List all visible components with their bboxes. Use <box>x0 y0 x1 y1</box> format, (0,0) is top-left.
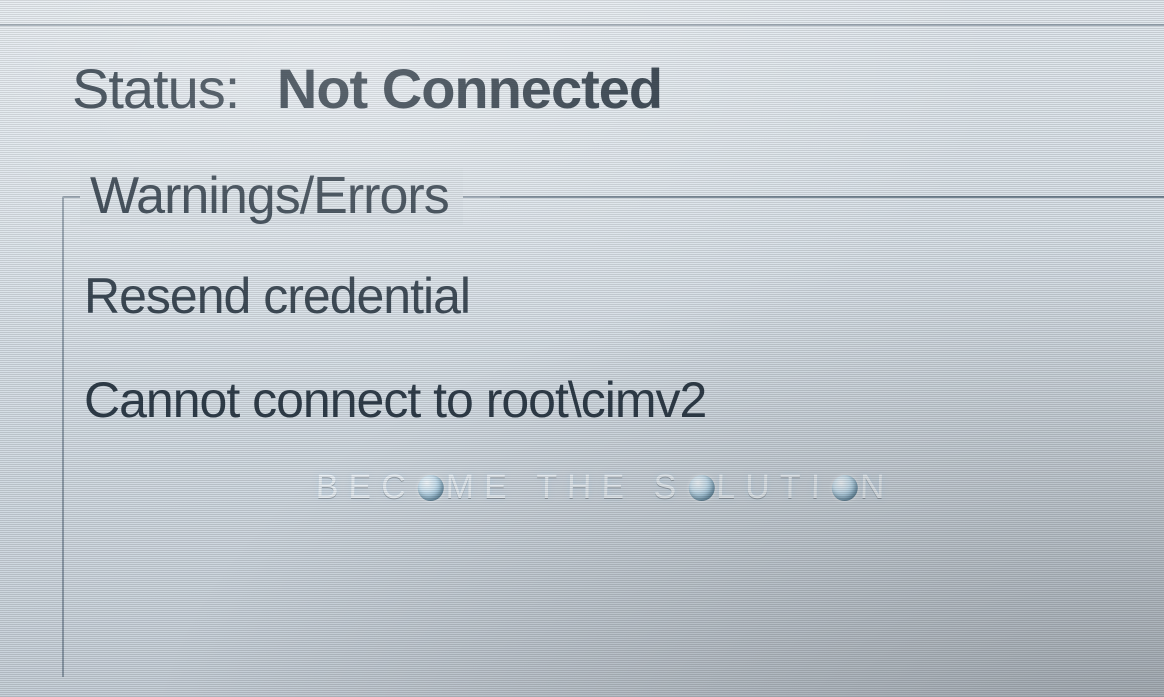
globe-icon <box>832 475 858 501</box>
watermark: BEC ME THE S LUTI N <box>315 468 894 507</box>
status-value: Not Connected <box>277 57 662 120</box>
watermark-text-4: N <box>860 468 895 506</box>
watermark-text-3: LUTI <box>716 468 830 506</box>
dialog-panel: Status: Not Connected Warnings/Errors Re… <box>0 0 1164 697</box>
watermark-text-2: ME THE S <box>445 468 686 506</box>
globe-icon <box>417 475 443 501</box>
globe-icon <box>688 475 714 501</box>
status-label: Status: <box>72 57 239 120</box>
status-line: Status: Not Connected <box>72 58 1144 120</box>
warning-message: Resend credential <box>84 268 470 326</box>
error-message: Cannot connect to root\cimv2 <box>84 372 706 430</box>
warnings-errors-title: Warnings/Errors <box>80 168 463 225</box>
panel-divider <box>0 24 1164 26</box>
group-border-extension <box>500 196 1164 198</box>
watermark-text-1: BEC <box>315 468 416 506</box>
